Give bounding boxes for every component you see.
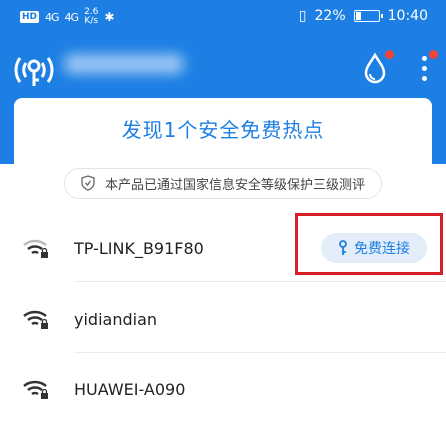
banner-title: 发现1个安全免费热点 <box>121 117 325 142</box>
battery-fill <box>355 12 361 20</box>
network-speed: 2.6 K/s <box>84 8 98 26</box>
free-connect-label: 免费连接 <box>354 241 410 257</box>
security-notice: 本产品已通过国家信息安全等级保护三级测评 <box>14 158 432 208</box>
wifi-locked-icon <box>23 310 48 329</box>
row-divider <box>74 352 446 353</box>
status-bar: HD 4G 4G 2.6 K/s ✱ ▯ 22% 10:40 <box>0 0 446 34</box>
menu-badge-dot <box>429 50 438 59</box>
key-icon <box>339 240 347 255</box>
vibrate-icon: ▯ <box>298 8 307 24</box>
clock: 10:40 <box>387 8 428 24</box>
network-speed-unit: K/s <box>84 16 99 26</box>
shield-check-icon <box>81 175 95 191</box>
wifi-locked-icon <box>23 380 48 399</box>
current-ssid-blurred <box>64 54 184 74</box>
network-row[interactable]: yidiandian <box>0 285 446 353</box>
wifi-key-logo-icon[interactable] <box>12 50 56 90</box>
notice-pill[interactable]: 本产品已通过国家信息安全等级保护三级测评 <box>63 167 382 199</box>
free-connect-button[interactable]: 免费连接 <box>321 233 427 263</box>
row-divider <box>74 281 446 282</box>
battery-icon <box>353 10 383 22</box>
hd-badge: HD <box>20 11 40 23</box>
hotspot-banner: 发现1个安全免费热点 <box>14 98 432 158</box>
drop-badge-dot <box>385 50 394 59</box>
network-name: yidiandian <box>74 309 158 329</box>
signal-1-icon: 4G <box>45 10 59 24</box>
network-name: TP-LINK_B91F80 <box>74 238 204 258</box>
battery-percent: 22% <box>314 8 346 24</box>
wifi-locked-weak-icon <box>23 239 48 258</box>
notice-text: 本产品已通过国家信息安全等级保护三级测评 <box>104 177 365 193</box>
bluetooth-icon: ✱ <box>104 10 115 24</box>
status-right: ▯ 22% 10:40 <box>299 8 428 24</box>
status-left: HD 4G 4G 2.6 K/s ✱ <box>20 8 114 26</box>
more-vertical-icon[interactable] <box>422 56 428 84</box>
network-name: HUAWEI-A090 <box>74 379 186 399</box>
signal-2-icon: 4G <box>64 10 79 24</box>
